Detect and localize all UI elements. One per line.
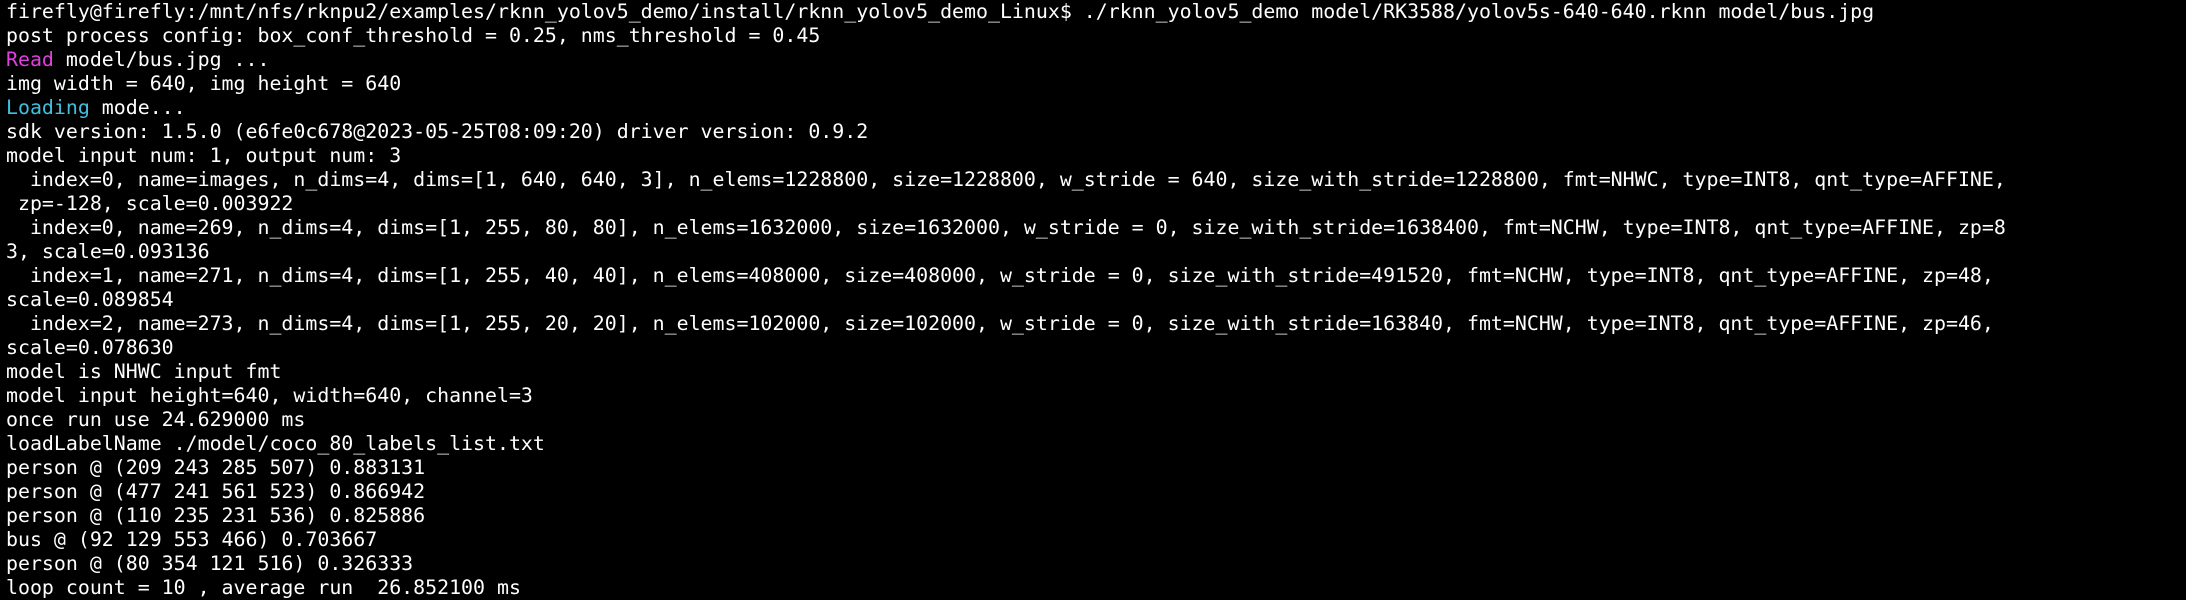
terminal-line: index=0, name=269, n_dims=4, dims=[1, 25… bbox=[6, 216, 2186, 240]
terminal-line: Read model/bus.jpg ... bbox=[6, 48, 2186, 72]
terminal-line-text: loadLabelName ./model/coco_80_labels_lis… bbox=[6, 432, 545, 455]
terminal-line-text: index=0, name=images, n_dims=4, dims=[1,… bbox=[6, 168, 2006, 191]
terminal-line-text: model is NHWC input fmt bbox=[6, 360, 282, 383]
terminal-line: 3, scale=0.093136 bbox=[6, 240, 2186, 264]
terminal-line: loadLabelName ./model/coco_80_labels_lis… bbox=[6, 432, 2186, 456]
terminal-line: loop count = 10 , average run 26.852100 … bbox=[6, 576, 2186, 600]
terminal-line: img width = 640, img height = 640 bbox=[6, 72, 2186, 96]
terminal-line: index=0, name=images, n_dims=4, dims=[1,… bbox=[6, 168, 2186, 192]
terminal-line: post process config: box_conf_threshold … bbox=[6, 24, 2186, 48]
terminal-line-text: once run use 24.629000 ms bbox=[6, 408, 306, 431]
terminal-output[interactable]: firefly@firefly:/mnt/nfs/rknpu2/examples… bbox=[0, 0, 2186, 600]
terminal-line: scale=0.089854 bbox=[6, 288, 2186, 312]
terminal-line: firefly@firefly:/mnt/nfs/rknpu2/examples… bbox=[6, 0, 2186, 24]
terminal-line-text: model/bus.jpg ... bbox=[53, 48, 270, 71]
terminal-line-text: bus @ (92 129 553 466) 0.703667 bbox=[6, 528, 378, 551]
terminal-line-text: loop count = 10 , average run 26.852100 … bbox=[6, 576, 521, 599]
terminal-line: person @ (110 235 231 536) 0.825886 bbox=[6, 504, 2186, 528]
terminal-line-text: model input height=640, width=640, chann… bbox=[6, 384, 533, 407]
terminal-line: person @ (80 354 121 516) 0.326333 bbox=[6, 552, 2186, 576]
terminal-line-text: index=1, name=271, n_dims=4, dims=[1, 25… bbox=[6, 264, 1994, 287]
terminal-line-text: model input num: 1, output num: 3 bbox=[6, 144, 402, 167]
terminal-line: scale=0.078630 bbox=[6, 336, 2186, 360]
terminal-line-text: person @ (80 354 121 516) 0.326333 bbox=[6, 552, 414, 575]
terminal-keyword: Read bbox=[6, 48, 54, 71]
terminal-line: model input height=640, width=640, chann… bbox=[6, 384, 2186, 408]
terminal-line-text: scale=0.078630 bbox=[6, 336, 174, 359]
terminal-line-text: 3, scale=0.093136 bbox=[6, 240, 210, 263]
terminal-line-text: person @ (209 243 285 507) 0.883131 bbox=[6, 456, 426, 479]
terminal-line-text: img width = 640, img height = 640 bbox=[6, 72, 402, 95]
terminal-line: bus @ (92 129 553 466) 0.703667 bbox=[6, 528, 2186, 552]
terminal-line-text: scale=0.089854 bbox=[6, 288, 174, 311]
terminal-line: index=1, name=271, n_dims=4, dims=[1, 25… bbox=[6, 264, 2186, 288]
terminal-line-text: index=2, name=273, n_dims=4, dims=[1, 25… bbox=[6, 312, 1994, 335]
terminal-line-text: person @ (477 241 561 523) 0.866942 bbox=[6, 480, 426, 503]
terminal-line-text: person @ (110 235 231 536) 0.825886 bbox=[6, 504, 426, 527]
terminal-line: sdk version: 1.5.0 (e6fe0c678@2023-05-25… bbox=[6, 120, 2186, 144]
terminal-line-text: post process config: box_conf_threshold … bbox=[6, 24, 821, 47]
terminal-line: Loading mode... bbox=[6, 96, 2186, 120]
terminal-line-text: firefly@firefly:/mnt/nfs/rknpu2/examples… bbox=[6, 0, 1875, 23]
terminal-line-text: index=0, name=269, n_dims=4, dims=[1, 25… bbox=[6, 216, 2006, 239]
terminal-line: person @ (477 241 561 523) 0.866942 bbox=[6, 480, 2186, 504]
terminal-line: model input num: 1, output num: 3 bbox=[6, 144, 2186, 168]
terminal-line: model is NHWC input fmt bbox=[6, 360, 2186, 384]
terminal-line: index=2, name=273, n_dims=4, dims=[1, 25… bbox=[6, 312, 2186, 336]
terminal-line-text: sdk version: 1.5.0 (e6fe0c678@2023-05-25… bbox=[6, 120, 869, 143]
terminal-keyword: Loading bbox=[6, 96, 90, 119]
terminal-line-text: mode... bbox=[89, 96, 186, 119]
terminal-line-text: zp=-128, scale=0.003922 bbox=[6, 192, 294, 215]
terminal-line: once run use 24.629000 ms bbox=[6, 408, 2186, 432]
terminal-line: person @ (209 243 285 507) 0.883131 bbox=[6, 456, 2186, 480]
terminal-line: zp=-128, scale=0.003922 bbox=[6, 192, 2186, 216]
